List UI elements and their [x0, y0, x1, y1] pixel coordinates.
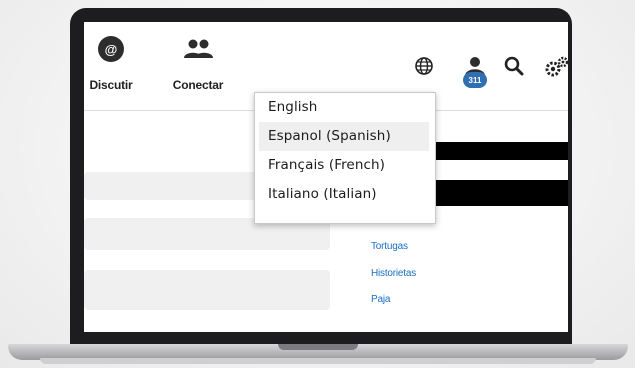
app-screen: @ Discutir Conectar 311 Tortugas Histori… — [84, 22, 568, 332]
language-option-italian[interactable]: Italiano (Italian) — [255, 180, 435, 209]
side-link[interactable]: Tortugas — [371, 241, 408, 252]
nav-connect-label: Conectar — [172, 78, 224, 92]
language-option-french[interactable]: Français (French) — [255, 151, 435, 180]
language-option-spanish[interactable]: Espanol (Spanish) — [259, 122, 429, 151]
gear-icon[interactable] — [544, 56, 568, 78]
nav-connect[interactable]: Conectar — [170, 34, 226, 92]
laptop-shadow — [40, 358, 596, 364]
redaction-bar — [432, 142, 568, 160]
language-dropdown: English Espanol (Spanish) Français (Fren… — [254, 92, 436, 224]
side-link[interactable]: Historietas — [371, 268, 416, 279]
nav-discuss-label: Discutir — [89, 78, 133, 92]
side-link[interactable]: Paja — [371, 294, 390, 305]
search-icon[interactable] — [504, 56, 524, 76]
people-icon — [184, 39, 213, 58]
chat-bubble-icon: @ — [98, 36, 124, 62]
notification-badge: 311 — [463, 72, 487, 88]
laptop-base-notch — [278, 344, 358, 350]
language-option-english[interactable]: English — [255, 93, 435, 122]
nav-discuss[interactable]: @ Discutir — [89, 34, 133, 92]
globe-icon[interactable] — [414, 56, 434, 76]
content-row — [84, 270, 330, 310]
